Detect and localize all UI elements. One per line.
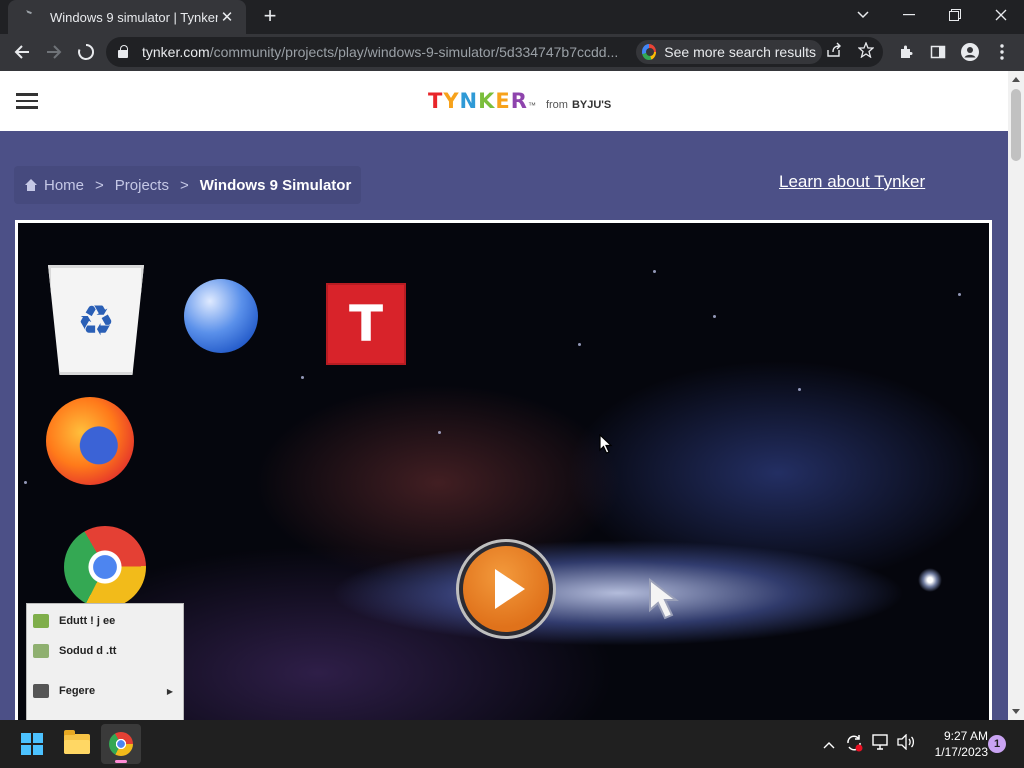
- mouse-pointer-icon: [599, 434, 613, 454]
- breadcrumb-separator: >: [95, 176, 104, 194]
- browser-menu-icon[interactable]: [988, 38, 1016, 66]
- logo-byjus: BYJU'S: [571, 99, 612, 111]
- start-menu-label: Edutt ! j ee: [59, 615, 116, 627]
- logo-from: from: [545, 99, 568, 111]
- breadcrumb-separator: >: [179, 176, 189, 194]
- bright-star: [918, 568, 942, 592]
- lock-icon[interactable]: [118, 45, 128, 58]
- star: [713, 315, 716, 318]
- site-header: TYNKER ™ from BYJU'S: [0, 71, 1008, 131]
- scroll-down-arrow-icon[interactable]: [1012, 709, 1020, 714]
- recycle-bin-icon[interactable]: ♻: [48, 265, 144, 375]
- project-stage[interactable]: ♻ T Edutt ! j ee Sodud d .tt Fegere ▶: [15, 220, 992, 720]
- star: [653, 270, 656, 273]
- bookmark-star-icon[interactable]: [856, 41, 876, 62]
- star: [798, 388, 801, 391]
- breadcrumb-home[interactable]: Home: [44, 177, 84, 194]
- stop-loading-icon[interactable]: [72, 38, 100, 66]
- address-bar[interactable]: tynker.com/community/projects/play/windo…: [106, 37, 883, 67]
- app-icon: [33, 644, 49, 658]
- new-tab-button[interactable]: +: [258, 5, 282, 29]
- logo-wordmark: TYNKER: [428, 89, 528, 113]
- globe-app-icon[interactable]: [184, 279, 258, 353]
- clock-date: 1/17/2023: [934, 745, 988, 759]
- browser-tab[interactable]: Windows 9 simulator | Tynker ✕: [8, 0, 246, 34]
- minimize-button[interactable]: [886, 0, 932, 30]
- back-button[interactable]: [8, 38, 36, 66]
- sync-icon[interactable]: [844, 734, 864, 754]
- tab-title: Windows 9 simulator | Tynker: [50, 9, 218, 25]
- page-viewport: TYNKER ™ from BYJU'S Home > Projects > W…: [0, 71, 1008, 720]
- start-menu-item[interactable]: Edutt ! j ee: [33, 614, 115, 628]
- tab-strip: Windows 9 simulator | Tynker ✕ +: [0, 0, 1024, 34]
- tynker-app-icon[interactable]: T: [326, 283, 406, 365]
- chrome-taskbar-button[interactable]: [101, 724, 141, 764]
- submenu-arrow-icon: ▶: [166, 686, 173, 696]
- loading-spinner-icon: [22, 9, 38, 25]
- browser-toolbar: tynker.com/community/projects/play/windo…: [0, 34, 1024, 71]
- network-icon[interactable]: [871, 734, 891, 754]
- learn-about-tynker-link[interactable]: Learn about Tynker: [779, 172, 925, 192]
- file-explorer-button[interactable]: [57, 724, 97, 764]
- home-icon[interactable]: [24, 179, 38, 191]
- sprite-cursor-icon: [649, 578, 679, 620]
- clock-time: 9:27 AM: [943, 729, 988, 743]
- start-menu-label: Fegere: [59, 685, 96, 697]
- star: [958, 293, 961, 296]
- windows-logo-icon: [21, 733, 43, 755]
- breadcrumb-current: Windows 9 Simulator: [199, 176, 352, 194]
- breadcrumb-projects[interactable]: Projects: [115, 177, 169, 194]
- scrollbar-thumb[interactable]: [1011, 89, 1021, 161]
- windows-taskbar: 9:27 AM 1/17/2023 1: [0, 720, 1024, 768]
- play-icon: [463, 546, 549, 632]
- logo-letter: T: [428, 89, 444, 113]
- google-icon: [642, 44, 657, 60]
- search-chip-label: See more search results: [664, 44, 816, 60]
- forward-button[interactable]: [40, 38, 68, 66]
- star: [24, 481, 27, 484]
- profile-icon[interactable]: [956, 38, 984, 66]
- hamburger-menu-icon[interactable]: [16, 93, 38, 109]
- logo-letter: N: [459, 89, 479, 113]
- share-icon[interactable]: [824, 42, 844, 62]
- side-panel-icon[interactable]: [924, 38, 952, 66]
- start-button[interactable]: [12, 724, 52, 764]
- chrome-desktop-icon[interactable]: [64, 526, 146, 608]
- logo-letter: E: [495, 89, 511, 113]
- play-button[interactable]: [456, 539, 556, 639]
- start-menu-item[interactable]: Sodud d .tt: [33, 644, 116, 658]
- notification-badge[interactable]: 1: [988, 735, 1006, 753]
- extensions-icon[interactable]: [892, 38, 920, 66]
- scroll-up-arrow-icon[interactable]: [1012, 77, 1020, 82]
- system-clock[interactable]: 9:27 AM 1/17/2023: [922, 728, 988, 760]
- start-menu-label: Sodud d .tt: [59, 645, 117, 657]
- simulated-start-menu: Edutt ! j ee Sodud d .tt Fegere ▶: [26, 603, 184, 720]
- star: [301, 376, 304, 379]
- firefox-icon[interactable]: [46, 397, 134, 485]
- logo-letter: Y: [443, 89, 460, 113]
- app-icon: [33, 684, 49, 698]
- logo-trademark: ™: [527, 101, 536, 110]
- restore-button[interactable]: [932, 0, 978, 30]
- tynker-logo[interactable]: TYNKER ™ from BYJU'S: [428, 89, 611, 113]
- search-results-chip[interactable]: See more search results: [636, 40, 822, 64]
- tab-close-icon[interactable]: ✕: [218, 8, 236, 26]
- page-scrollbar[interactable]: [1008, 71, 1024, 720]
- tab-search-icon[interactable]: [840, 0, 886, 30]
- volume-icon[interactable]: [896, 733, 916, 754]
- logo-letter: K: [478, 89, 496, 113]
- start-menu-item[interactable]: Fegere ▶: [33, 684, 179, 698]
- app-icon: [33, 614, 49, 628]
- star: [438, 431, 441, 434]
- show-hidden-icons-chevron-icon[interactable]: [819, 734, 839, 754]
- logo-letter: R: [510, 89, 528, 113]
- star: [578, 343, 581, 346]
- folder-icon: [64, 730, 90, 754]
- active-indicator: [115, 760, 127, 763]
- chrome-icon: [109, 732, 133, 756]
- breadcrumb: Home > Projects > Windows 9 Simulator: [14, 166, 362, 204]
- url-text[interactable]: tynker.com/community/projects/play/windo…: [142, 44, 632, 60]
- close-window-button[interactable]: [978, 0, 1024, 30]
